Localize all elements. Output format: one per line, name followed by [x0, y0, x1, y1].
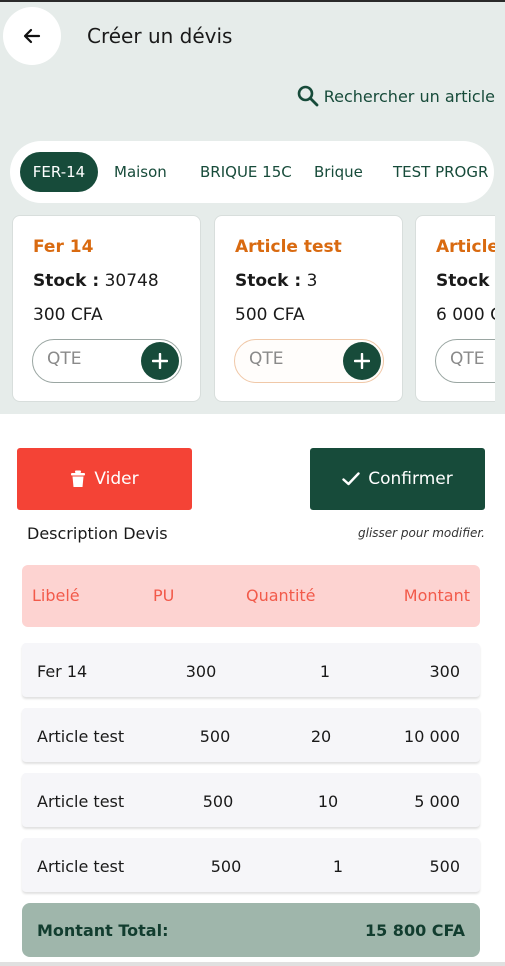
product-stock: Stock : 30748 [33, 271, 159, 291]
table-row[interactable]: Article test 500 20 10 000 [22, 708, 480, 762]
arrow-left-icon [23, 28, 41, 44]
page-title: Créer un dévis [87, 24, 233, 48]
quote-description-label: Description Devis [27, 524, 168, 543]
clear-button[interactable]: Vider [17, 448, 192, 510]
column-header-amount: Montant [403, 586, 470, 605]
row-unit-price: 500 [199, 727, 231, 746]
row-unit-price: 300 [185, 662, 217, 681]
product-price: 500 CFA [235, 305, 305, 325]
product-card[interactable]: Article Stock : 6 000 C [415, 215, 495, 402]
tab-test-progr[interactable]: TEST PROGR [393, 152, 488, 192]
clear-label: Vider [94, 469, 139, 489]
search-article-link[interactable]: Rechercher un article [296, 84, 495, 108]
add-to-quote-button[interactable] [343, 342, 381, 380]
top-divider [0, 0, 505, 2]
search-icon [297, 85, 319, 107]
quantity-input[interactable] [47, 349, 127, 369]
add-to-quote-button[interactable] [141, 342, 179, 380]
row-unit-price: 500 [202, 792, 234, 811]
quantity-input[interactable] [450, 349, 495, 369]
quantity-field [435, 339, 495, 383]
product-stock: Stock : 3 [235, 271, 318, 291]
table-row[interactable]: Article test 500 1 500 [22, 838, 480, 892]
column-header-quantity: Quantité [246, 586, 316, 605]
quantity-field [234, 339, 384, 383]
bottom-divider [0, 962, 505, 966]
row-amount: 300 [429, 662, 460, 681]
product-name: Article test [235, 237, 342, 257]
row-quantity: 20 [310, 727, 332, 746]
row-amount: 10 000 [404, 727, 460, 746]
back-button[interactable] [3, 7, 61, 65]
tab-brique-15c[interactable]: BRIQUE 15C [200, 152, 292, 192]
row-label: Article test [37, 727, 125, 746]
quantity-input[interactable] [249, 349, 329, 369]
trash-icon [71, 470, 86, 487]
row-amount: 5 000 [414, 792, 460, 811]
total-bar: Montant Total: 15 800 CFA [22, 903, 480, 957]
tab-brique[interactable]: Brique [314, 152, 363, 192]
total-label: Montant Total: [37, 921, 169, 940]
table-row[interactable]: Fer 14 300 1 300 [22, 643, 480, 697]
row-amount: 500 [429, 857, 460, 876]
row-quantity: 1 [319, 662, 331, 681]
row-label: Article test [37, 857, 125, 876]
search-label: Rechercher un article [323, 86, 495, 106]
row-unit-price: 500 [210, 857, 242, 876]
swipe-hint: glisser pour modifier. [358, 526, 485, 540]
column-header-pu: PU [153, 586, 175, 605]
row-quantity: 10 [317, 792, 339, 811]
row-label: Fer 14 [37, 662, 88, 681]
quantity-field [32, 339, 182, 383]
table-header: Libelé PU Quantité Montant [22, 565, 480, 627]
product-list: Fer 14 Stock : 30748 300 CFA Article tes… [12, 215, 495, 402]
tab-fer-14[interactable]: FER-14 [20, 152, 98, 192]
confirm-label: Confirmer [368, 469, 453, 489]
product-card[interactable]: Article test Stock : 3 500 CFA [214, 215, 403, 402]
product-card[interactable]: Fer 14 Stock : 30748 300 CFA [12, 215, 201, 402]
product-name: Article [436, 237, 495, 257]
category-tabs: FER-14 Maison BRIQUE 15C Brique TEST PRO… [10, 141, 494, 203]
product-name: Fer 14 [33, 237, 94, 257]
total-value: 15 800 CFA [364, 921, 465, 940]
product-stock: Stock : [436, 271, 495, 291]
product-price: 300 CFA [33, 305, 103, 325]
table-row[interactable]: Article test 500 10 5 000 [22, 773, 480, 827]
confirm-button[interactable]: Confirmer [310, 448, 485, 510]
row-quantity: 1 [332, 857, 344, 876]
tab-maison[interactable]: Maison [114, 152, 167, 192]
row-label: Article test [37, 792, 125, 811]
product-price: 6 000 C [436, 305, 495, 325]
column-header-label: Libelé [32, 586, 80, 605]
plus-icon [354, 353, 370, 369]
check-icon [342, 472, 360, 486]
plus-icon [152, 353, 168, 369]
